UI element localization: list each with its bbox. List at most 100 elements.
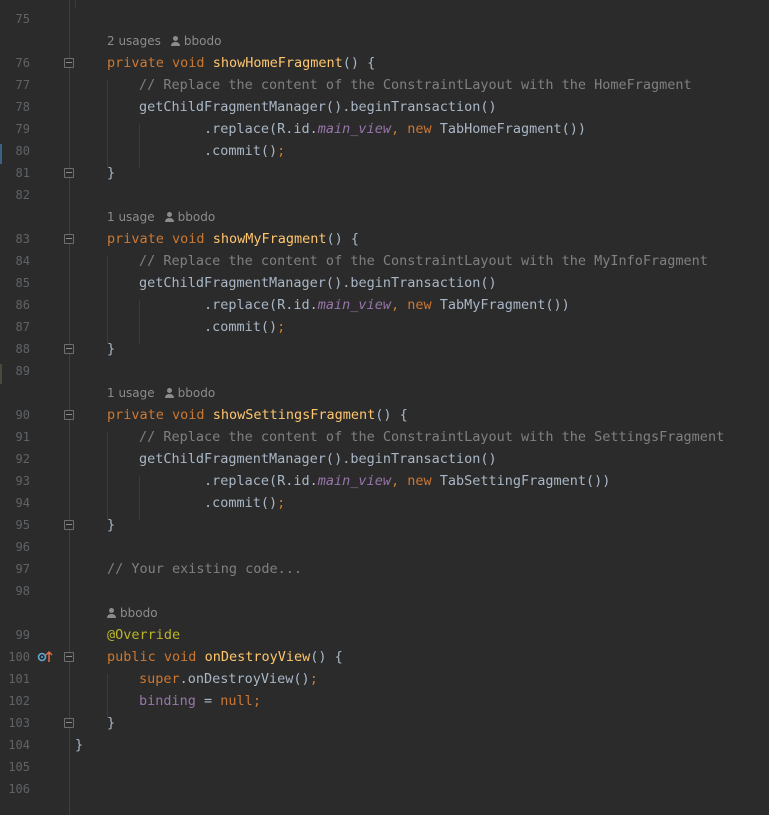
code-editor[interactable]: 75 76 77 78 79 80 81 82 83 84 85 86 87 8… bbox=[0, 0, 769, 815]
author-name[interactable]: bbodo bbox=[120, 606, 158, 620]
usages-count[interactable]: 2 usages bbox=[107, 34, 161, 48]
fold-toggle-icon[interactable] bbox=[64, 520, 74, 530]
line-number: 83 bbox=[15, 232, 30, 246]
line-number: 101 bbox=[8, 672, 30, 686]
fold-toggle-icon[interactable] bbox=[64, 344, 74, 354]
line-number: 89 bbox=[15, 364, 30, 378]
code-line[interactable]: // Your existing code... bbox=[107, 558, 302, 580]
code-text: getChildFragmentManager().beginTransacti… bbox=[139, 99, 497, 115]
change-marker[interactable] bbox=[0, 144, 2, 164]
line-number: 102 bbox=[8, 694, 30, 708]
code-line[interactable]: private void showSettingsFragment() { bbox=[107, 404, 408, 426]
indent-guide bbox=[107, 432, 108, 520]
code-line[interactable]: getChildFragmentManager().beginTransacti… bbox=[139, 448, 497, 470]
change-marker[interactable] bbox=[0, 364, 2, 384]
code-line[interactable]: } bbox=[107, 162, 115, 184]
line-number: 105 bbox=[8, 760, 30, 774]
code-line[interactable]: // Replace the content of the Constraint… bbox=[139, 250, 708, 272]
fold-toggle-icon[interactable] bbox=[64, 410, 74, 420]
code-text: .replace(R.id. bbox=[204, 473, 318, 489]
field-ref: main_view bbox=[317, 121, 391, 137]
code-text: .replace(R.id. bbox=[204, 297, 318, 313]
comment: // Your existing code... bbox=[107, 561, 303, 577]
author-name[interactable]: bbodo bbox=[178, 210, 216, 224]
line-number: 93 bbox=[15, 474, 30, 488]
line-number: 80 bbox=[15, 144, 30, 158]
code-line[interactable]: binding = null; bbox=[139, 690, 261, 712]
comment: // Replace the content of the Constraint… bbox=[139, 77, 692, 93]
method-name: onDestroyView bbox=[204, 649, 311, 665]
code-line[interactable]: } bbox=[107, 712, 115, 734]
code-text: .replace(R.id. bbox=[204, 121, 318, 137]
code-line[interactable]: .replace(R.id.main_view, new TabHomeFrag… bbox=[204, 118, 586, 140]
author-name[interactable]: bbodo bbox=[184, 34, 222, 48]
usages-count[interactable]: 1 usage bbox=[107, 386, 155, 400]
indent-guide bbox=[139, 476, 140, 520]
fold-toggle-icon[interactable] bbox=[64, 718, 74, 728]
gutter-divider bbox=[69, 0, 70, 815]
keyword: null bbox=[220, 693, 253, 709]
punct: ; bbox=[309, 671, 318, 687]
line-number: 91 bbox=[15, 430, 30, 444]
fold-toggle-icon[interactable] bbox=[64, 234, 74, 244]
indent-guide bbox=[75, 0, 76, 8]
code-line[interactable]: } bbox=[107, 514, 115, 536]
code-line[interactable]: getChildFragmentManager().beginTransacti… bbox=[139, 272, 497, 294]
inlay-hint-author[interactable]: bbodo bbox=[107, 602, 158, 624]
inlay-hint-usages[interactable]: 1 usage bbodo bbox=[107, 382, 215, 404]
code-text: .onDestroyView() bbox=[179, 671, 310, 687]
code-text: = bbox=[195, 693, 221, 709]
inlay-hint-usages[interactable]: 2 usages bbodo bbox=[107, 30, 221, 52]
code-text: () { bbox=[310, 649, 343, 665]
fold-toggle-icon[interactable] bbox=[64, 168, 74, 178]
line-number: 75 bbox=[15, 12, 30, 26]
code-line[interactable]: private void showHomeFragment() { bbox=[107, 52, 375, 74]
line-number-gutter: 75 76 77 78 79 80 81 82 83 84 85 86 87 8… bbox=[0, 0, 69, 815]
keyword: void bbox=[172, 55, 205, 71]
code-line[interactable]: .commit(); bbox=[204, 140, 285, 162]
code-line[interactable]: .commit(); bbox=[204, 492, 285, 514]
code-line[interactable]: // Replace the content of the Constraint… bbox=[139, 426, 724, 448]
code-line[interactable]: @Override bbox=[107, 624, 180, 646]
fold-toggle-icon[interactable] bbox=[64, 58, 74, 68]
line-number: 92 bbox=[15, 452, 30, 466]
code-line[interactable]: } bbox=[75, 734, 83, 756]
keyword: void bbox=[163, 649, 197, 665]
code-line[interactable]: .replace(R.id.main_view, new TabMyFragme… bbox=[204, 294, 570, 316]
punct: ; bbox=[252, 693, 261, 709]
code-line[interactable]: // Replace the content of the Constraint… bbox=[139, 74, 692, 96]
code-text: TabSettingFragment()) bbox=[431, 473, 611, 489]
code-line[interactable]: .commit(); bbox=[204, 316, 285, 338]
usages-count[interactable]: 1 usage bbox=[107, 210, 155, 224]
code-text: .commit() bbox=[204, 143, 278, 159]
field-ref: binding bbox=[139, 693, 196, 709]
punct: , bbox=[390, 121, 408, 137]
annotation: @Override bbox=[107, 627, 181, 643]
line-number: 97 bbox=[15, 562, 30, 576]
line-number: 100 bbox=[8, 650, 30, 664]
code-line[interactable]: .replace(R.id.main_view, new TabSettingF… bbox=[204, 470, 610, 492]
author-name[interactable]: bbodo bbox=[178, 386, 216, 400]
code-line[interactable]: public void onDestroyView() { bbox=[107, 646, 343, 668]
person-icon bbox=[164, 212, 174, 222]
line-number: 103 bbox=[8, 716, 30, 730]
override-method-icon[interactable] bbox=[37, 650, 53, 664]
code-line[interactable]: getChildFragmentManager().beginTransacti… bbox=[139, 96, 497, 118]
person-icon bbox=[164, 388, 174, 398]
fold-toggle-icon[interactable] bbox=[64, 652, 74, 662]
code-text: .commit() bbox=[204, 495, 278, 511]
line-number: 96 bbox=[15, 540, 30, 554]
code-line[interactable]: } bbox=[107, 338, 115, 360]
keyword: void bbox=[172, 407, 205, 423]
punct: ; bbox=[277, 143, 286, 159]
inlay-hint-usages[interactable]: 1 usage bbodo bbox=[107, 206, 215, 228]
line-number: 98 bbox=[15, 584, 30, 598]
line-number: 81 bbox=[15, 166, 30, 180]
code-line[interactable]: super.onDestroyView(); bbox=[139, 668, 318, 690]
code-line[interactable]: private void showMyFragment() { bbox=[107, 228, 359, 250]
line-number: 84 bbox=[15, 254, 30, 268]
code-text: } bbox=[107, 715, 116, 731]
code-text: () { bbox=[326, 231, 360, 247]
keyword: private bbox=[107, 55, 164, 71]
line-number: 79 bbox=[15, 122, 30, 136]
